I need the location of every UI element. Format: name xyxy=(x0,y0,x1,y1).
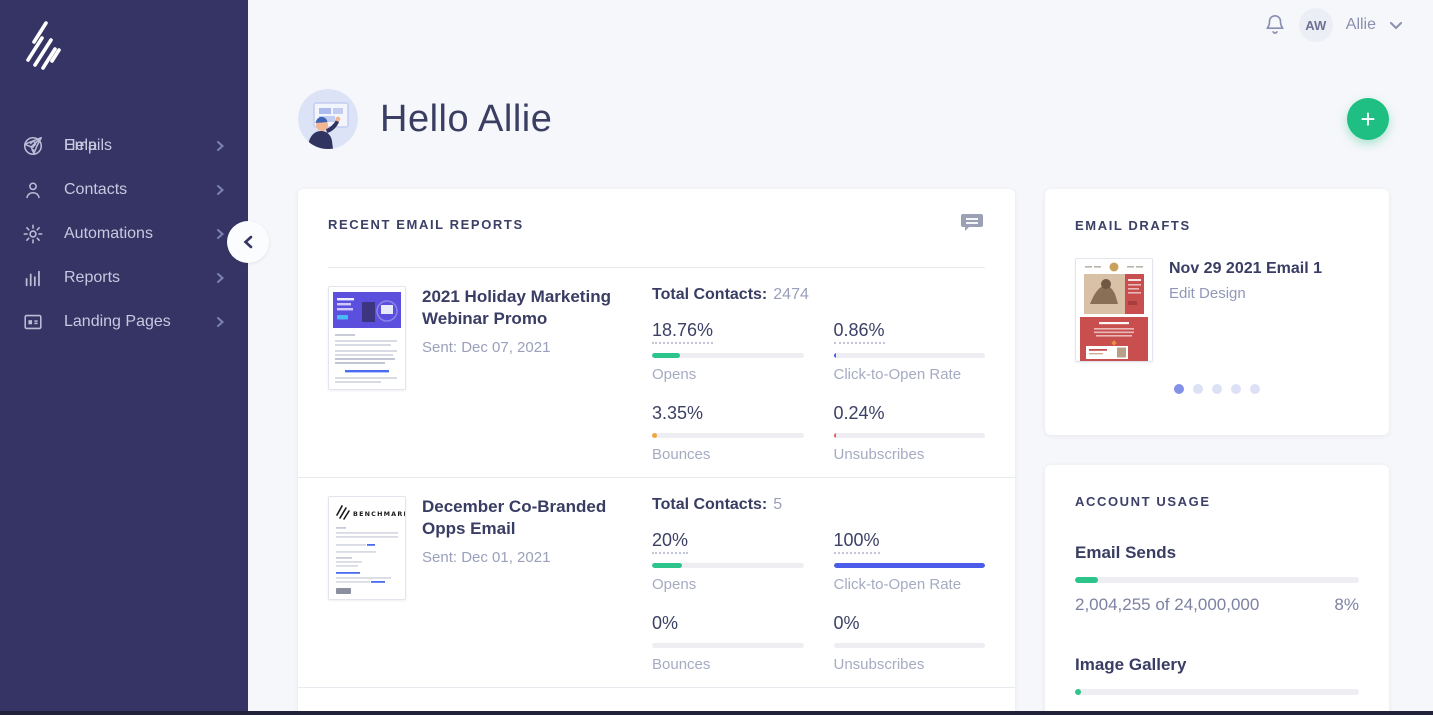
stat-value[interactable]: 0.86% xyxy=(833,320,885,344)
stat-unsubscribes: 0% Unsubscribes xyxy=(833,613,985,673)
total-contacts-value: 2474 xyxy=(773,286,809,303)
email-drafts-card: EMAIL DRAFTS Nov 29 2021 Email 1 Edit De… xyxy=(1045,189,1389,435)
stat-label: Bounces xyxy=(652,446,711,463)
sidebar-help-section: Help xyxy=(0,124,248,679)
report-sent-date: Sent: Dec 07, 2021 xyxy=(422,339,551,356)
total-contacts-value: 5 xyxy=(773,496,783,513)
progress-bar xyxy=(652,643,804,648)
chevron-down-icon[interactable] xyxy=(1389,21,1403,30)
stat-label: Click-to-Open Rate xyxy=(833,576,962,593)
pagination-dot[interactable] xyxy=(1193,384,1203,394)
usage-card-title: ACCOUNT USAGE xyxy=(1075,494,1211,509)
pagination-dot[interactable] xyxy=(1250,384,1260,394)
stat-label: Unsubscribes xyxy=(833,446,925,463)
progress-bar xyxy=(833,643,985,648)
comment-bubble-icon[interactable] xyxy=(959,211,985,235)
progress-bar xyxy=(652,433,804,438)
stat-opens: 20% Opens xyxy=(652,530,804,593)
user-name[interactable]: Allie xyxy=(1346,16,1376,34)
report-thumbnail[interactable] xyxy=(328,286,406,390)
sidebar: Emails Contacts Automations Reports Land… xyxy=(0,0,248,715)
progress-bar xyxy=(652,353,804,358)
stat-label: Click-to-Open Rate xyxy=(833,366,962,383)
stat-opens: 18.76% Opens xyxy=(652,320,804,383)
stat-bounces: 3.35% Bounces xyxy=(652,403,804,463)
stat-unsubscribes: 0.24% Unsubscribes xyxy=(833,403,985,463)
stat-label: Opens xyxy=(652,576,697,593)
greeting-header: Hello Allie xyxy=(298,89,552,149)
report-title[interactable]: 2021 Holiday Marketing Webinar Promo xyxy=(422,286,628,330)
total-contacts: Total Contacts: 2474 xyxy=(652,286,809,303)
draft-name[interactable]: Nov 29 2021 Email 1 xyxy=(1169,260,1322,278)
usage-section-label: Email Sends xyxy=(1075,543,1177,562)
drafts-card-title: EMAIL DRAFTS xyxy=(1075,218,1191,233)
stat-label: Opens xyxy=(652,366,697,383)
report-stats: Total Contacts: 5 20% Opens 100% Click-to… xyxy=(652,496,985,687)
pagination-dot[interactable] xyxy=(1212,384,1222,394)
edit-design-link[interactable]: Edit Design xyxy=(1169,285,1322,302)
pagination-dot[interactable] xyxy=(1174,384,1184,394)
person-illustration-avatar xyxy=(298,89,358,149)
recent-email-reports-card: RECENT EMAIL REPORTS 2021 Holiday Market… xyxy=(298,189,1015,715)
chevron-left-icon xyxy=(243,235,253,249)
stat-bounces: 0% Bounces xyxy=(652,613,804,673)
pagination-dot[interactable] xyxy=(1231,384,1241,394)
progress-bar xyxy=(833,353,985,358)
stat-value: 0.24% xyxy=(833,403,885,423)
drafts-pagination xyxy=(1075,384,1359,394)
svg-text:BENCHMARK: BENCHMARK xyxy=(353,510,405,518)
usage-percent: 8% xyxy=(1334,595,1359,614)
total-contacts: Total Contacts: 5 xyxy=(652,496,783,513)
reports-card-title: RECENT EMAIL REPORTS xyxy=(328,217,524,232)
stat-value: 3.35% xyxy=(652,403,704,423)
report-row: 2021 Holiday Marketing Webinar Promo Sen… xyxy=(298,268,1015,478)
progress-bar xyxy=(833,563,985,568)
question-circle-icon xyxy=(23,136,43,156)
draft-thumbnail[interactable] xyxy=(1075,258,1153,362)
stat-value[interactable]: 100% xyxy=(833,530,880,554)
topbar-user-area: AW Allie xyxy=(1264,8,1403,42)
stat-value[interactable]: 20% xyxy=(652,530,689,554)
stat-label: Bounces xyxy=(652,656,711,673)
image-gallery-usage: Image Gallery xyxy=(1075,655,1359,695)
sidebar-collapse-toggle[interactable] xyxy=(227,221,269,263)
stat-click-to-open: 100% Click-to-Open Rate xyxy=(833,530,985,593)
user-avatar[interactable]: AW xyxy=(1298,8,1333,42)
report-title[interactable]: December Co-Branded Opps Email xyxy=(422,496,628,540)
email-sends-usage: Email Sends 2,004,255 of 24,000,000 8% xyxy=(1075,543,1359,615)
stat-value[interactable]: 18.76% xyxy=(652,320,714,344)
report-sent-date: Sent: Dec 01, 2021 xyxy=(422,549,551,566)
usage-progress-bar xyxy=(1075,577,1359,583)
window-bottom-edge xyxy=(0,711,1433,715)
progress-bar xyxy=(833,433,985,438)
usage-detail-text: 2,004,255 of 24,000,000 xyxy=(1075,595,1260,614)
usage-section-label: Image Gallery xyxy=(1075,655,1187,674)
report-row: BENCHMARK December Co-Branded Opps Email… xyxy=(298,478,1015,688)
report-stats: Total Contacts: 2474 18.76% Opens 0.86% C… xyxy=(652,286,985,477)
create-new-button[interactable]: + xyxy=(1347,98,1389,140)
sidebar-item-help[interactable]: Help xyxy=(0,124,248,168)
account-usage-card: ACCOUNT USAGE Email Sends 2,004,255 of 2… xyxy=(1045,465,1389,715)
sidebar-item-label: Help xyxy=(64,137,97,154)
progress-bar xyxy=(652,563,804,568)
stat-label: Unsubscribes xyxy=(833,656,925,673)
stat-value: 0% xyxy=(833,613,860,633)
usage-progress-bar xyxy=(1075,689,1359,695)
page-title: Hello Allie xyxy=(380,97,553,140)
benchmark-logo-icon[interactable] xyxy=(20,16,68,74)
stat-value: 0% xyxy=(652,613,679,633)
report-thumbnail[interactable]: BENCHMARK xyxy=(328,496,406,600)
stat-click-to-open: 0.86% Click-to-Open Rate xyxy=(833,320,985,383)
notification-bell-icon[interactable] xyxy=(1264,13,1286,37)
